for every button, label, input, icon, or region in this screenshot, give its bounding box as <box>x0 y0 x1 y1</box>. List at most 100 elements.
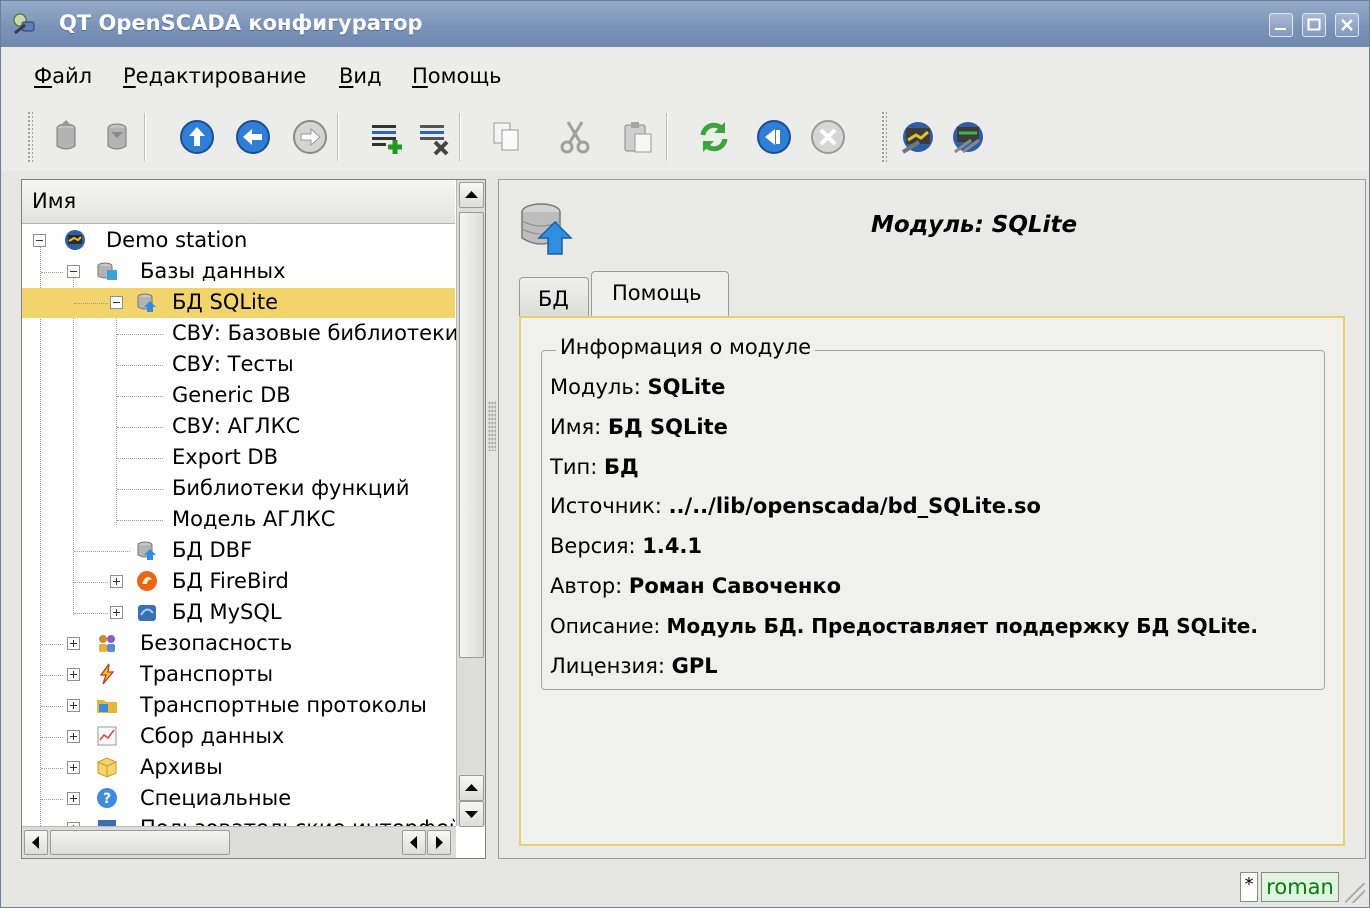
collapse-icon[interactable] <box>110 296 123 309</box>
delete-item-icon[interactable] <box>415 118 453 156</box>
add-item-icon[interactable] <box>367 118 405 156</box>
close-button[interactable] <box>1335 13 1359 37</box>
toolbar-separator <box>666 113 668 161</box>
refresh-icon[interactable] <box>695 118 733 156</box>
tree-item-label: Библиотеки функций <box>172 476 410 500</box>
tree-item-label: Demo station <box>106 228 248 252</box>
field-label: Модуль: <box>550 375 641 399</box>
menu-help[interactable]: Помощь <box>412 64 502 88</box>
module-title: Модуль: SQLite <box>870 212 1078 238</box>
scroll-left-button[interactable] <box>402 830 426 855</box>
modified-indicator: * <box>1240 872 1258 902</box>
tree-line <box>41 272 63 273</box>
toolbar-grip[interactable] <box>27 111 33 163</box>
forward-icon[interactable] <box>291 118 329 156</box>
station-icon <box>65 230 85 250</box>
copy-icon[interactable] <box>488 118 526 156</box>
tree-item-label: Модель АГЛКС <box>172 507 336 531</box>
expand-icon[interactable] <box>110 575 123 588</box>
field-value: БД <box>603 455 639 479</box>
start-icon[interactable] <box>755 118 793 156</box>
panel-splitter[interactable] <box>488 401 496 451</box>
collapse-icon[interactable] <box>33 234 46 247</box>
scroll-up-button[interactable] <box>459 182 484 208</box>
minimize-button[interactable] <box>1269 13 1293 37</box>
config-icon[interactable] <box>949 118 987 156</box>
tree-vertical-scrollbar[interactable] <box>456 180 485 827</box>
menu-edit[interactable]: Редактирование <box>123 64 306 88</box>
tree-item-leaf[interactable]: СВУ: Базовые библиотеки <box>22 319 459 349</box>
toolbar <box>1 101 1369 171</box>
tree-item-label: СВУ: Базовые библиотеки <box>172 321 459 345</box>
tree-item-security[interactable]: Безопасность <box>22 629 455 659</box>
tree-line <box>74 303 108 304</box>
db-load-icon[interactable] <box>47 118 85 156</box>
tree-item-db-sqlite[interactable]: БД SQLite <box>22 288 455 318</box>
scrollbar-thumb[interactable] <box>50 830 230 855</box>
user-indicator[interactable]: roman <box>1261 872 1339 902</box>
tree-item-db-dbf[interactable]: БД DBF <box>22 536 455 566</box>
tree-item-label: Export DB <box>172 445 278 469</box>
expand-icon[interactable] <box>67 699 80 712</box>
scroll-down-button[interactable] <box>459 801 484 827</box>
status-bar: * roman <box>1 863 1369 907</box>
expand-icon[interactable] <box>67 668 80 681</box>
collapse-icon[interactable] <box>67 265 80 278</box>
scroll-left-button[interactable] <box>24 830 48 855</box>
tree-item-user-interfaces[interactable]: Пользовательские интерфейсы <box>22 814 455 826</box>
expand-icon[interactable] <box>110 606 123 619</box>
tree-item-db-mysql[interactable]: БД MySQL <box>22 598 455 628</box>
paste-icon[interactable] <box>619 118 657 156</box>
group-title: Информация о модуле <box>556 335 816 359</box>
stop-icon[interactable] <box>809 118 847 156</box>
field-author: Автор: Роман Савоченко <box>550 574 841 598</box>
scrollbar-thumb[interactable] <box>459 212 484 658</box>
station-icon[interactable] <box>899 118 937 156</box>
scroll-right-button[interactable] <box>427 830 451 855</box>
db-save-icon[interactable] <box>98 118 136 156</box>
maximize-button[interactable] <box>1302 13 1326 37</box>
tree-line <box>41 737 63 738</box>
field-name: Имя: БД SQLite <box>550 415 728 439</box>
resize-grip[interactable] <box>1345 883 1365 903</box>
object-tree[interactable]: Имя Demo station Базы данных БД SQLite С… <box>21 179 486 859</box>
expand-icon[interactable] <box>67 761 80 774</box>
tab-help[interactable]: Помощь <box>591 271 729 317</box>
tree-item-leaf[interactable]: Библиотеки функций <box>22 474 455 504</box>
menu-view[interactable]: Вид <box>339 64 382 88</box>
db-module-icon <box>521 203 573 255</box>
title-bar[interactable]: QT OpenSCADA конфигуратор <box>1 1 1369 47</box>
tree-item-leaf[interactable]: СВУ: Тесты <box>22 350 455 380</box>
expand-icon[interactable] <box>67 637 80 650</box>
tab-db[interactable]: БД <box>519 277 589 317</box>
cut-icon[interactable] <box>556 118 594 156</box>
expand-icon[interactable] <box>67 730 80 743</box>
tree-header[interactable]: Имя <box>22 180 455 224</box>
field-value: SQLite <box>647 375 726 399</box>
expand-icon[interactable] <box>67 792 80 805</box>
tree-item-archives[interactable]: Архивы <box>22 753 455 783</box>
back-icon[interactable] <box>234 118 272 156</box>
tree-header-label: Имя <box>32 189 77 213</box>
menu-file[interactable]: Файл <box>34 64 92 88</box>
tree-item-demo-station[interactable]: Demo station <box>22 226 455 256</box>
tree-item-leaf[interactable]: СВУ: АГЛКС <box>22 412 455 442</box>
tree-item-data-acquisition[interactable]: Сбор данных <box>22 722 455 752</box>
arrow-right-icon <box>436 836 443 849</box>
tree-item-leaf[interactable]: Generic DB <box>22 381 455 411</box>
tree-item-leaf[interactable]: Модель АГЛКС <box>22 505 455 535</box>
toolbar-separator <box>337 113 339 161</box>
app-icon <box>13 13 35 35</box>
tree-item-leaf[interactable]: Export DB <box>22 443 455 473</box>
tree-line <box>117 489 163 490</box>
tree-item-transport-protocols[interactable]: Транспортные протоколы <box>22 691 455 721</box>
scroll-up-button[interactable] <box>459 775 484 801</box>
tree-horizontal-scrollbar[interactable] <box>22 826 456 858</box>
up-icon[interactable] <box>178 118 216 156</box>
tree-item-db-firebird[interactable]: БД FireBird <box>22 567 455 597</box>
toolbar-grip[interactable] <box>881 111 887 163</box>
tree-item-transports[interactable]: Транспорты <box>22 660 455 690</box>
tree-item-special[interactable]: ? Специальные <box>22 784 455 814</box>
tree-item-databases[interactable]: Базы данных <box>22 257 455 287</box>
tree-item-label: БД FireBird <box>172 569 289 593</box>
